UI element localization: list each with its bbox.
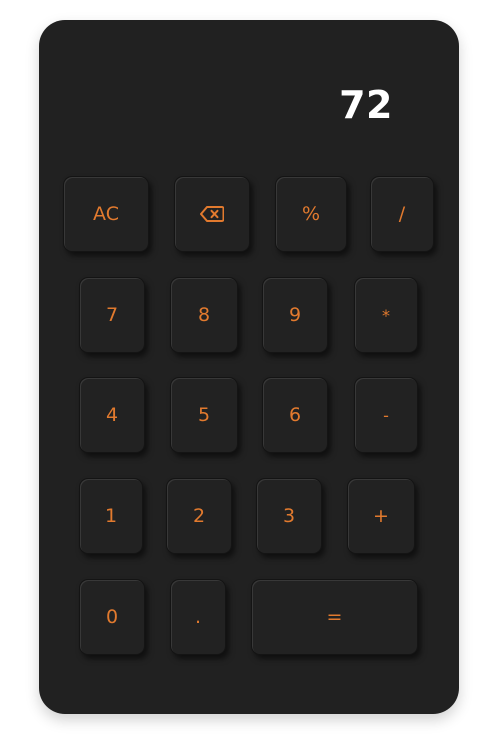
add-label: + [373,505,389,527]
digit-9-button[interactable]: 9 [262,277,328,353]
multiply-label: * [382,305,390,325]
digit-0-label: 0 [105,606,119,628]
digit-5-label: 5 [197,404,211,426]
digit-0-button[interactable]: 0 [79,579,145,655]
digit-6-label: 6 [288,404,302,426]
add-button[interactable]: + [347,478,415,554]
digit-2-button[interactable]: 2 [166,478,232,554]
divide-label: / [398,203,406,225]
digit-7-button[interactable]: 7 [79,277,145,353]
digit-1-button[interactable]: 1 [79,478,143,554]
digit-5-button[interactable]: 5 [170,377,238,453]
backspace-icon [200,206,224,222]
divide-button[interactable]: / [370,176,434,252]
digit-7-label: 7 [105,304,119,326]
percent-button[interactable]: % [275,176,347,252]
percent-label: % [301,203,321,225]
digit-8-label: 8 [197,304,211,326]
digit-6-button[interactable]: 6 [262,377,328,453]
digit-4-label: 4 [105,404,119,426]
decimal-label: . [194,606,202,628]
equals-button[interactable]: = [251,579,418,655]
digit-3-label: 3 [282,505,296,527]
equals-label: = [326,606,343,628]
decimal-button[interactable]: . [170,579,226,655]
digit-2-label: 2 [192,505,206,527]
multiply-button[interactable]: * [354,277,418,353]
subtract-label: - [383,405,389,425]
digit-1-label: 1 [104,505,118,527]
clear-button[interactable]: AC [63,176,149,252]
digit-9-label: 9 [288,304,302,326]
result-display: 72 [339,83,393,127]
digit-3-button[interactable]: 3 [256,478,322,554]
calculator: 72 AC % / 7 8 9 * 4 5 6 - 1 2 3 + 0 . = [39,20,459,714]
clear-label: AC [93,203,119,225]
subtract-button[interactable]: - [354,377,418,453]
digit-8-button[interactable]: 8 [170,277,238,353]
backspace-button[interactable] [174,176,250,252]
digit-4-button[interactable]: 4 [79,377,145,453]
